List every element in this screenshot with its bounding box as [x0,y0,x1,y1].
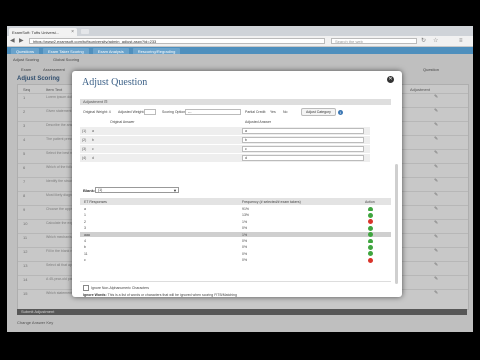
modal-scrollbar[interactable] [395,164,398,284]
original-answer: b [92,138,94,142]
adjusted-weight-label: Adjusted Weight: [118,110,145,114]
close-icon[interactable]: ✕ [387,76,394,83]
ignore-checkbox[interactable] [83,285,89,291]
answer-number: (2) [82,138,87,142]
col-frequency: Frequency (# selected/# exam takers) [242,200,301,204]
modal-title: Adjust Question [82,77,148,88]
response-frequency: 91% [242,207,250,211]
original-weight-label: Original Weight: 4 [83,110,111,114]
adjusted-answer-header: Adjusted Answer [245,120,272,124]
answer-number: (3) [82,147,87,151]
response-value: 3 [84,226,86,231]
blank-select-value: (1) [98,188,103,192]
response-frequency: 0% [242,251,248,256]
original-answer: d [92,156,94,160]
answer-row: (3) c c [80,144,370,153]
search-input[interactable]: Search the web [331,38,417,44]
adjusted-answer-input[interactable]: b [242,137,364,143]
response-value: aaa [84,232,90,237]
address-toolbar: ◀ ▶ https://www2.examsoft.com/tuftsunive… [7,36,473,47]
new-tab-button[interactable] [81,29,89,34]
scoring-options-label: Scoring Options: [162,110,188,114]
letterbox-bottom [0,332,480,360]
adjusted-answer-input[interactable]: a [242,128,364,134]
ignore-label: Ignore Non-Alphanumeric Characters [91,285,149,290]
blank-label: Blank: [83,188,96,193]
adjust-question-modal: Adjust Question ✕ Adjustment ⊟ Original … [72,71,402,297]
answer-row: (1) a a [80,126,370,135]
col-action: Action [365,200,375,204]
ignore-words-row: Ignore Words: This is a list of words or… [83,293,237,297]
response-value: b [84,245,86,250]
adjusted-weight-input[interactable] [144,109,156,115]
browser-tabbar: ExamSoft: Tufts Universi... × [7,26,473,36]
response-frequency: 1% [242,219,248,224]
browser-tab[interactable]: ExamSoft: Tufts Universi... × [9,28,77,36]
answer-number: (4) [82,156,87,160]
modal-body: Adjustment ⊟ Original Weight: 4 Adjusted… [80,97,395,297]
partial-credit-no[interactable]: No [283,110,287,114]
info-icon[interactable]: i [338,109,343,115]
tab-close-icon[interactable]: × [71,29,74,35]
answer-row: (2) b b [80,135,370,144]
response-frequency: 13% [242,213,250,218]
response-value: 1 [84,213,86,218]
response-value: 2 [84,219,86,224]
divider [80,281,391,282]
adjusted-answer-input[interactable]: d [242,155,364,161]
forward-icon[interactable]: ▶ [19,37,24,45]
ignore-words-label: Ignore Words: [83,293,107,297]
scoring-options-select[interactable]: --- [185,109,241,115]
answer-row: (4) d d [80,153,370,162]
ignore-nonalpha-row[interactable]: Ignore Non-Alphanumeric Characters [83,285,149,291]
reload-icon[interactable]: ↻ [421,37,426,45]
ignore-words-help: This is a list of words or characters th… [107,293,237,297]
tab-title: ExamSoft: Tufts Universi... [12,29,60,35]
reject-status-icon[interactable] [368,257,373,263]
adjust-category-button[interactable]: Adjust Category [301,108,336,116]
response-frequency: 0% [242,258,248,263]
menu-icon[interactable]: ≡ [459,37,463,45]
chevron-down-icon: ▼ [173,188,177,193]
adjustment-header[interactable]: Adjustment ⊟ [80,99,391,105]
partial-credit-label: Partial Credit: [245,110,267,114]
original-answer-header: Original Answer [110,120,135,124]
responses-header: ET Responses Frequency (# selected/# exa… [80,198,391,205]
response-value: a [84,207,86,211]
blank-select[interactable]: (1) ▼ [95,187,179,193]
answer-number: (1) [82,129,87,133]
back-icon[interactable]: ◀ [10,37,15,45]
response-value: 11 [84,251,88,256]
partial-credit-yes[interactable]: Yes [270,110,276,114]
response-frequency: 0% [242,245,248,250]
original-answer: c [92,147,94,151]
response-frequency: 0% [242,226,248,231]
blank-row: Blank: (1) ▼ [80,186,391,195]
response-row[interactable]: c 0% [80,256,391,263]
url-bar[interactable]: https://www2.examsoft.com/tuftsuniversit… [29,38,325,44]
col-et-responses: ET Responses [84,200,107,204]
adjusted-answer-input[interactable]: c [242,146,364,152]
response-frequency: 0% [242,239,248,243]
response-frequency: 1% [242,232,248,237]
response-value: c [84,258,86,263]
response-value: 4 [84,239,86,243]
original-answer: a [92,129,94,133]
star-icon[interactable]: ☆ [433,37,438,45]
